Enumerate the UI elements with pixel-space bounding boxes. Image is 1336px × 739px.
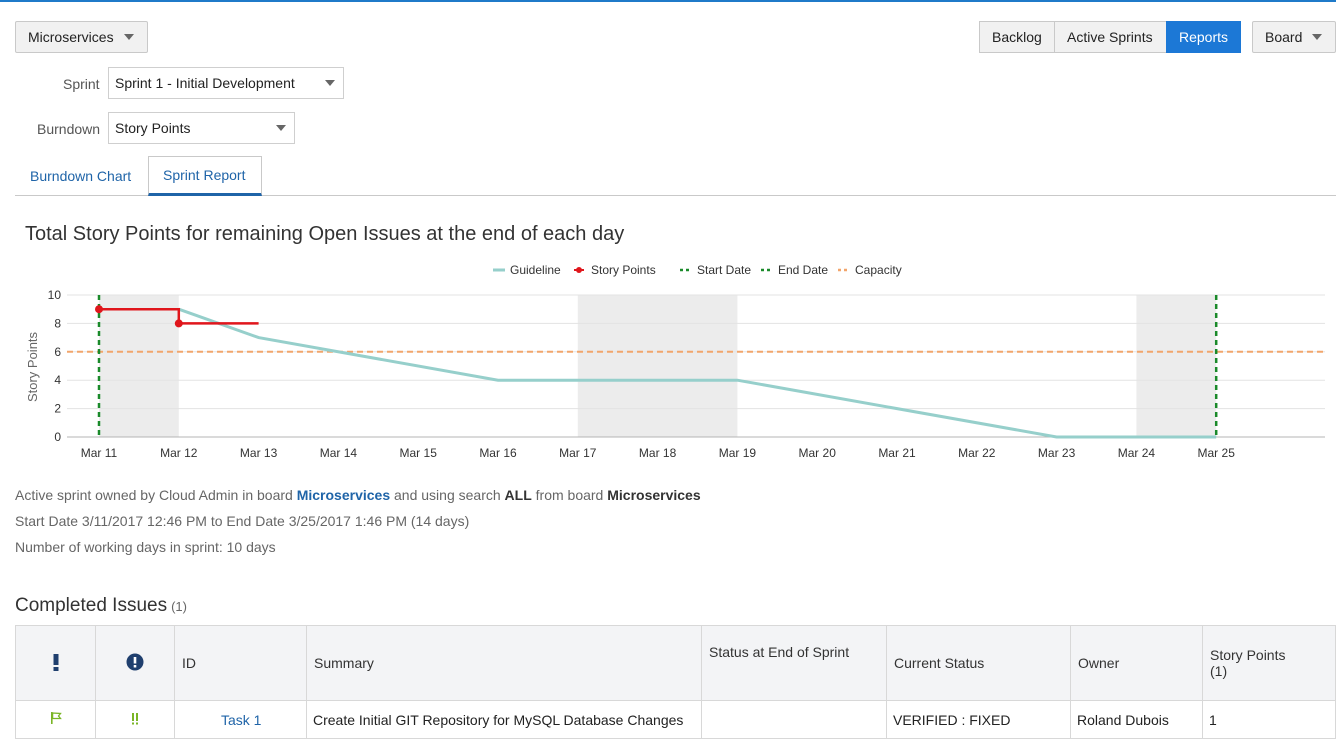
board-selector-label: Microservices xyxy=(28,29,114,45)
burndown-select-value: Story Points xyxy=(115,120,191,136)
burndown-chart: Guideline Story Points Start Date End Date C… xyxy=(25,263,1325,460)
owner-cell: Roland Dubois xyxy=(1070,700,1203,739)
top-accent-line xyxy=(0,0,1336,2)
x-tick-label: Mar 25 xyxy=(1198,446,1236,460)
reports-button[interactable]: Reports xyxy=(1166,21,1241,53)
x-tick-label: Mar 21 xyxy=(878,446,916,460)
story-points-header-label: Story Points xyxy=(1210,647,1286,663)
issue-id-link[interactable]: Task 1 xyxy=(221,712,261,728)
current-status-cell: VERIFIED : FIXED xyxy=(886,700,1071,739)
x-tick-label: Mar 19 xyxy=(719,446,757,460)
x-tick-label: Mar 12 xyxy=(160,446,198,460)
burndown-label: Burndown xyxy=(37,121,101,137)
legend-label: End Date xyxy=(778,263,828,277)
y-tick-label: 6 xyxy=(54,345,61,359)
active-sprints-button[interactable]: Active Sprints xyxy=(1054,21,1167,53)
x-tick-label: Mar 16 xyxy=(479,446,517,460)
priority-icon xyxy=(132,712,138,724)
story-points-header-total: (1) xyxy=(1210,663,1228,679)
tab-burndown-chart[interactable]: Burndown Chart xyxy=(16,156,145,196)
completed-issues-table: ID Summary Status at End of Sprint Curre… xyxy=(15,625,1336,739)
y-tick-label: 8 xyxy=(54,316,61,330)
y-tick-label: 0 xyxy=(54,430,61,444)
story-points-point xyxy=(174,319,183,328)
board-menu-label: Board xyxy=(1265,29,1303,45)
sprint-select[interactable]: Sprint 1 - Initial Development xyxy=(108,67,344,99)
chevron-down-icon xyxy=(276,125,286,131)
info-text-a: Active sprint owned by Cloud Admin in bo… xyxy=(15,487,297,503)
issue-id-cell: Task 1 xyxy=(174,700,307,739)
y-tick-label: 2 xyxy=(54,402,61,416)
x-tick-label: Mar 17 xyxy=(559,446,597,460)
sprint-owner-info: Active sprint owned by Cloud Admin in bo… xyxy=(15,487,701,503)
x-tick-label: Mar 18 xyxy=(639,446,677,460)
current-status-column-header[interactable]: Current Status xyxy=(886,625,1071,701)
priority-column-header[interactable] xyxy=(15,625,96,701)
exclamation-icon xyxy=(53,653,58,671)
owner-column-header[interactable]: Owner xyxy=(1070,625,1203,701)
completed-issues-title: Completed Issues xyxy=(15,595,168,616)
table-row[interactable]: Task 1 Create Initial GIT Repository for… xyxy=(15,700,1336,739)
chevron-down-icon xyxy=(1312,34,1323,40)
chevron-down-icon xyxy=(325,80,335,86)
board-menu-button[interactable]: Board xyxy=(1252,21,1336,53)
non-working-band xyxy=(1136,295,1217,437)
info-text-c: from board xyxy=(531,487,608,503)
chart-title: Total Story Points for remaining Open Is… xyxy=(25,223,625,245)
working-days-info: Number of working days in sprint: 10 day… xyxy=(15,539,276,555)
x-tick-label: Mar 22 xyxy=(958,446,996,460)
backlog-button[interactable]: Backlog xyxy=(979,21,1055,53)
view-switcher: Backlog Active Sprints Reports xyxy=(979,21,1241,53)
board-name: Microservices xyxy=(607,487,701,503)
story-points-point xyxy=(95,305,103,314)
legend-swatch-marker xyxy=(576,267,582,273)
priority-cell xyxy=(95,700,175,739)
summary-column-header[interactable]: Summary xyxy=(306,625,702,701)
completed-issues-heading: Completed Issues (1) xyxy=(15,595,187,617)
y-tick-label: 4 xyxy=(54,373,61,387)
x-tick-label: Mar 14 xyxy=(320,446,358,460)
sprint-label: Sprint xyxy=(63,76,100,92)
board-link[interactable]: Microservices xyxy=(297,487,390,503)
legend-label: Start Date xyxy=(697,263,751,277)
completed-issues-count: (1) xyxy=(171,599,187,614)
x-tick-label: Mar 20 xyxy=(799,446,837,460)
x-tick-label: Mar 23 xyxy=(1038,446,1076,460)
legend-label: Capacity xyxy=(855,263,902,277)
search-name: ALL xyxy=(504,487,532,503)
status-end-column-header[interactable]: Status at End of Sprint xyxy=(701,625,887,701)
severity-column-header[interactable] xyxy=(95,625,175,701)
issue-type-cell xyxy=(15,700,96,739)
id-column-header[interactable]: ID xyxy=(174,625,307,701)
non-working-band xyxy=(577,295,738,437)
status-end-cell xyxy=(701,700,887,739)
x-tick-label: Mar 24 xyxy=(1118,446,1156,460)
table-header-row: ID Summary Status at End of Sprint Curre… xyxy=(15,625,1336,701)
x-tick-label: Mar 13 xyxy=(240,446,278,460)
alert-circle-icon xyxy=(126,653,144,670)
sprint-select-value: Sprint 1 - Initial Development xyxy=(115,75,295,91)
flag-icon xyxy=(50,712,62,724)
y-axis-label: Story Points xyxy=(25,331,40,402)
board-selector-button[interactable]: Microservices xyxy=(15,21,148,53)
info-text-b: and using search xyxy=(390,487,505,503)
story-points-cell: 1 xyxy=(1202,700,1336,739)
non-working-band xyxy=(99,295,179,437)
legend-label: Story Points xyxy=(591,263,656,277)
sprint-dates-info: Start Date 3/11/2017 12:46 PM to End Dat… xyxy=(15,513,470,529)
burndown-select[interactable]: Story Points xyxy=(108,112,295,144)
x-tick-label: Mar 15 xyxy=(400,446,438,460)
summary-cell: Create Initial GIT Repository for MySQL … xyxy=(306,700,702,739)
report-tabs: Burndown Chart Sprint Report xyxy=(15,156,1336,196)
x-tick-label: Mar 11 xyxy=(81,446,118,460)
tab-sprint-report[interactable]: Sprint Report xyxy=(148,156,262,196)
story-points-column-header[interactable]: Story Points (1) xyxy=(1202,625,1336,701)
y-tick-label: 10 xyxy=(48,288,62,302)
legend-label: Guideline xyxy=(510,263,561,277)
chevron-down-icon xyxy=(123,34,134,40)
